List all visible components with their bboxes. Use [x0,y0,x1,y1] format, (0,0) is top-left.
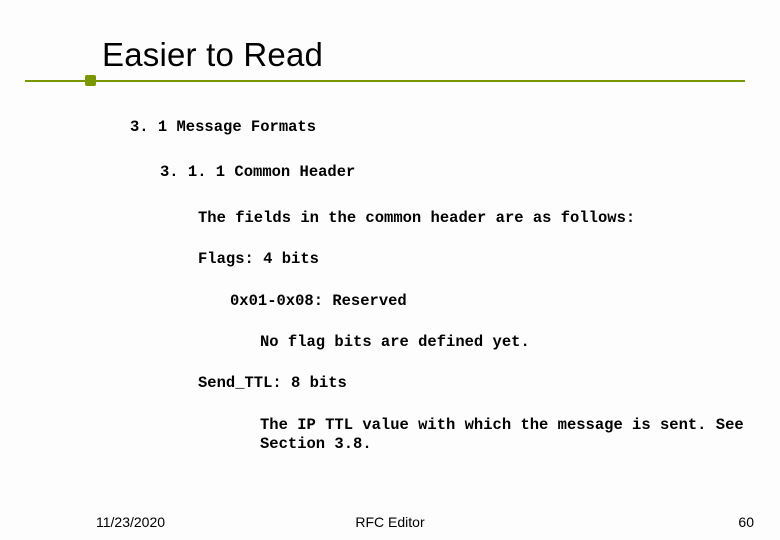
title-underline [25,78,745,84]
section-heading-1: 3. 1 Message Formats [130,118,750,137]
section-heading-2: 3. 1. 1 Common Header [160,163,750,182]
footer-page: 60 [738,514,754,530]
send-ttl-label: Send_TTL: 8 bits [198,374,750,393]
slide-title: Easier to Read [102,36,323,74]
footer-center: RFC Editor [0,514,780,530]
send-ttl-desc: The IP TTL value with which the message … [260,416,750,455]
intro-text: The fields in the common header are as f… [198,209,750,228]
underline-right [96,80,745,82]
flags-label: Flags: 4 bits [198,250,750,269]
body-content: 3. 1 Message Formats 3. 1. 1 Common Head… [130,118,750,454]
bullet-icon [85,75,96,86]
slide-title-area: Easier to Read [102,36,323,74]
flags-reserved: 0x01-0x08: Reserved [230,292,750,311]
underline-left [25,80,85,82]
flags-note: No flag bits are defined yet. [260,333,750,352]
